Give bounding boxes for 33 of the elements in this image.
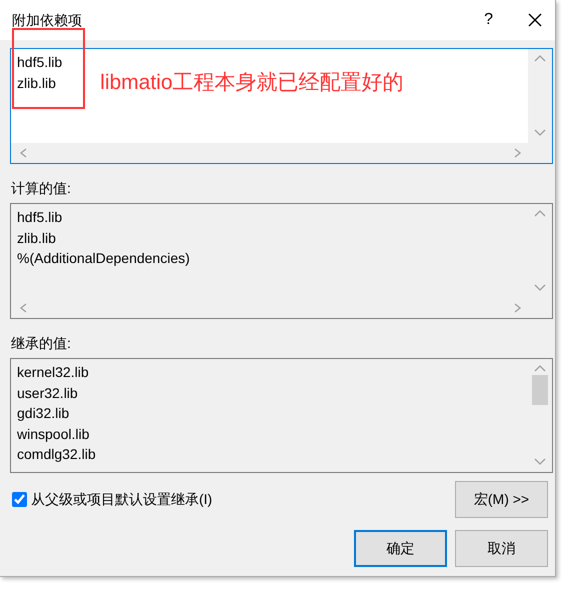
text-editor[interactable]: hdf5.lib zlib.lib libmatio工程本身就已经配置好的 — [10, 48, 553, 164]
text-line: hdf5.lib — [17, 53, 62, 72]
list-item: kernel32.lib — [17, 363, 90, 382]
macro-button[interactable]: 宏(M) >> — [455, 481, 548, 518]
scroll-down-icon[interactable] — [534, 284, 546, 292]
list-item: comdlg32.lib — [17, 445, 97, 464]
checkbox-label: 从父级或项目默认设置继承(I) — [31, 490, 212, 509]
scrollbar-thumb[interactable] — [532, 375, 548, 405]
help-button[interactable]: ? — [484, 8, 493, 32]
close-icon[interactable] — [527, 12, 543, 28]
cancel-button[interactable]: 取消 — [455, 530, 548, 567]
list-item: zlib.lib — [17, 228, 57, 248]
scroll-up-icon[interactable] — [534, 55, 546, 63]
scroll-down-icon[interactable] — [534, 458, 546, 466]
scroll-up-icon[interactable] — [534, 365, 546, 373]
section-label: 继承的值: — [11, 334, 72, 353]
annotation-text: libmatio工程本身就已经配置好的 — [100, 72, 404, 96]
scroll-down-icon[interactable] — [534, 129, 546, 137]
scroll-right-icon[interactable] — [514, 148, 522, 158]
scroll-left-icon[interactable] — [19, 303, 27, 313]
ok-button[interactable]: 确定 — [354, 530, 447, 567]
scroll-left-icon[interactable] — [19, 148, 27, 158]
list-item: hdf5.lib — [17, 208, 64, 227]
dialog-title: 附加依赖项 — [12, 10, 83, 30]
scroll-right-icon[interactable] — [514, 303, 522, 313]
list-item: gdi32.lib — [17, 404, 70, 423]
text-line: zlib.lib — [17, 74, 57, 92]
list-item: winspool.lib — [17, 424, 90, 444]
list-item: %(AdditionalDependencies) — [17, 249, 191, 268]
list-item: user32.lib — [17, 384, 79, 402]
scroll-up-icon[interactable] — [534, 210, 546, 218]
section-label: 计算的值: — [11, 179, 72, 198]
checkbox[interactable] — [12, 492, 27, 507]
